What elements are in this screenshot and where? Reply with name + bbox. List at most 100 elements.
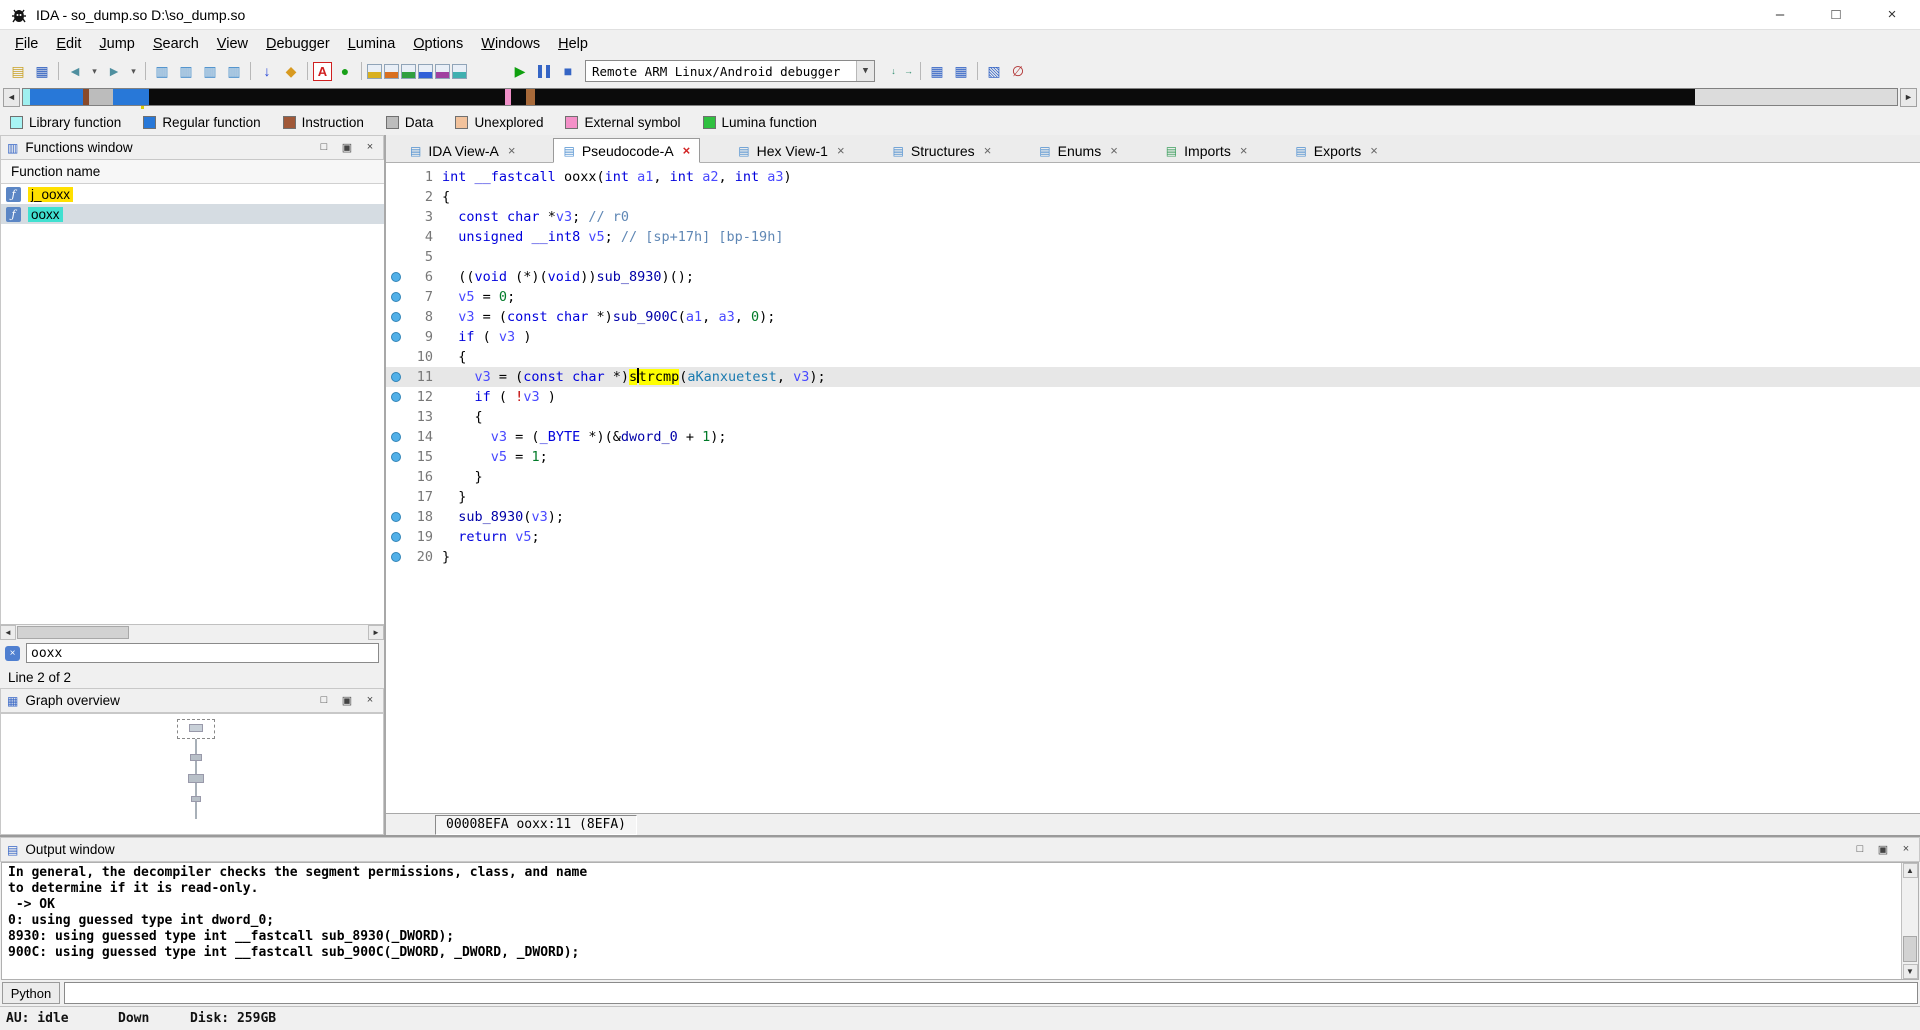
breakpoint-dot[interactable] (391, 432, 401, 442)
output-window-maximize-button[interactable]: □ (1853, 843, 1867, 856)
breakpoint-gutter[interactable] (386, 467, 406, 487)
python-console-input[interactable] (64, 982, 1918, 1004)
breakpoint-gutter[interactable] (386, 287, 406, 307)
graph-overview-float-button[interactable]: ▣ (340, 694, 354, 707)
code-line-13[interactable]: 13 { (386, 407, 1920, 427)
code-line-12[interactable]: 12 if ( !v3 ) (386, 387, 1920, 407)
breakpoint-dot[interactable] (391, 292, 401, 302)
navband-scroll-left-button[interactable]: ◄ (3, 87, 20, 107)
breakpoint-gutter[interactable] (386, 327, 406, 347)
tab-enums[interactable]: ▤ Enums × (1029, 138, 1128, 163)
menu-item-options[interactable]: Options (404, 33, 472, 55)
pseudocode-view[interactable]: 1 int __fastcall ooxx(int a1, int a2, int… (386, 163, 1920, 813)
breakpoints-icon[interactable]: ▦ (926, 60, 948, 82)
segment-icon-1[interactable] (367, 63, 382, 79)
output-vertical-scrollbar[interactable]: ▲ ▼ (1901, 863, 1918, 979)
code-line-9[interactable]: 9 if ( v3 ) (386, 327, 1920, 347)
code-line-7[interactable]: 7 v5 = 0; (386, 287, 1920, 307)
menu-item-help[interactable]: Help (549, 33, 597, 55)
tab-close-icon[interactable]: × (984, 143, 992, 158)
code-line-17[interactable]: 17 } (386, 487, 1920, 507)
menu-item-view[interactable]: View (208, 33, 257, 55)
output-window-float-button[interactable]: ▣ (1876, 843, 1890, 856)
breakpoint-gutter[interactable] (386, 447, 406, 467)
menu-item-file[interactable]: File (6, 33, 47, 55)
document-icon-4[interactable]: ▥ (223, 60, 245, 82)
code-line-11[interactable]: 11 v3 = (const char *)s trcmp(aKanxuetest… (386, 367, 1920, 387)
jump-down-icon[interactable]: ↓ (256, 60, 278, 82)
save-icon[interactable]: ▦ (31, 60, 53, 82)
function-filter-input[interactable] (26, 643, 379, 663)
graph-overview-close-button[interactable]: × (363, 694, 377, 707)
breakpoint-gutter[interactable] (386, 407, 406, 427)
pause-icon[interactable] (533, 60, 555, 82)
code-line-14[interactable]: 14 v3 = (_BYTE *)(&dword_0 + 1); (386, 427, 1920, 447)
graph-overview-maximize-button[interactable]: □ (317, 694, 331, 707)
segment-icon-5[interactable] (435, 63, 450, 79)
segment-icon-3[interactable] (401, 63, 416, 79)
code-line-5[interactable]: 5 (386, 247, 1920, 267)
tab-hex-view-1[interactable]: ▤ Hex View-1 × (728, 138, 854, 163)
tab-structures[interactable]: ▤ Structures × (883, 138, 1002, 163)
functions-horizontal-scrollbar[interactable]: ◄ ► (0, 624, 384, 640)
segment-icon-2[interactable] (384, 63, 399, 79)
functions-window-maximize-button[interactable]: □ (317, 141, 331, 154)
cancel-icon[interactable]: ∅ (1007, 60, 1029, 82)
tab-close-icon[interactable]: × (683, 143, 691, 158)
functions-window-close-button[interactable]: × (363, 141, 377, 154)
breakpoint-gutter[interactable] (386, 507, 406, 527)
segment-icon-6[interactable] (452, 63, 467, 79)
code-line-19[interactable]: 19 return v5; (386, 527, 1920, 547)
navigation-band[interactable] (22, 88, 1898, 111)
code-line-4[interactable]: 4 unsigned __int8 v5; // [sp+17h] [bp-19… (386, 227, 1920, 247)
code-line-1[interactable]: 1 int __fastcall ooxx(int a1, int a2, int… (386, 167, 1920, 187)
code-line-10[interactable]: 10 { (386, 347, 1920, 367)
back-history-icon[interactable]: ▾ (88, 60, 101, 82)
document-icon-2[interactable]: ▥ (175, 60, 197, 82)
document-icon-1[interactable]: ▥ (151, 60, 173, 82)
scroll-down-arrow[interactable]: ▼ (1902, 964, 1918, 979)
function-name-column-header[interactable]: Function name (0, 160, 384, 184)
code-line-18[interactable]: 18 sub_8930(v3); (386, 507, 1920, 527)
functions-window-float-button[interactable]: ▣ (340, 141, 354, 154)
breakpoint-dot[interactable] (391, 452, 401, 462)
clear-filter-icon[interactable]: × (5, 645, 20, 661)
breakpoint-gutter[interactable] (386, 527, 406, 547)
menu-item-edit[interactable]: Edit (47, 33, 90, 55)
step-over-icon[interactable]: → (902, 60, 915, 82)
breakpoint-gutter[interactable] (386, 307, 406, 327)
breakpoint-dot[interactable] (391, 552, 401, 562)
graph-overview-canvas[interactable] (0, 713, 384, 835)
function-item-j-ooxx[interactable]: ƒ j_ooxx (1, 184, 384, 204)
output-window-close-button[interactable]: × (1899, 843, 1913, 856)
breakpoint-gutter[interactable] (386, 227, 406, 247)
scroll-up-arrow[interactable]: ▲ (1902, 863, 1918, 878)
code-line-20[interactable]: 20} (386, 547, 1920, 567)
menu-item-lumina[interactable]: Lumina (339, 33, 405, 55)
chevron-down-icon[interactable]: ▼ (856, 61, 874, 81)
breakpoint-gutter[interactable] (386, 167, 406, 187)
ascii-strings-icon[interactable]: A (313, 61, 332, 81)
breakpoint-gutter[interactable] (386, 367, 406, 387)
scrollbar-thumb[interactable] (17, 626, 129, 639)
breakpoint-dot[interactable] (391, 512, 401, 522)
code-line-3[interactable]: 3 const char *v3; // r0 (386, 207, 1920, 227)
scrollbar-thumb[interactable] (1903, 936, 1917, 962)
modules-icon[interactable]: ▧ (983, 60, 1005, 82)
code-line-6[interactable]: 6 ((void (*)(void))sub_8930)(); (386, 267, 1920, 287)
close-button[interactable]: × (1864, 0, 1920, 29)
scroll-left-arrow[interactable]: ◄ (0, 625, 16, 640)
breakpoint-gutter[interactable] (386, 207, 406, 227)
new-file-icon[interactable]: ▤ (7, 60, 29, 82)
maximize-button[interactable]: □ (1808, 0, 1864, 29)
scroll-right-arrow[interactable]: ► (368, 625, 384, 640)
menu-item-jump[interactable]: Jump (90, 33, 143, 55)
breakpoint-gutter[interactable] (386, 247, 406, 267)
breakpoint-dot[interactable] (391, 392, 401, 402)
menu-item-windows[interactable]: Windows (472, 33, 549, 55)
enabled-icon[interactable]: ● (334, 60, 356, 82)
bookmark-icon[interactable]: ◆ (280, 60, 302, 82)
forward-history-icon[interactable]: ▾ (127, 60, 140, 82)
code-line-15[interactable]: 15 v5 = 1; (386, 447, 1920, 467)
segment-icon-4[interactable] (418, 63, 433, 79)
